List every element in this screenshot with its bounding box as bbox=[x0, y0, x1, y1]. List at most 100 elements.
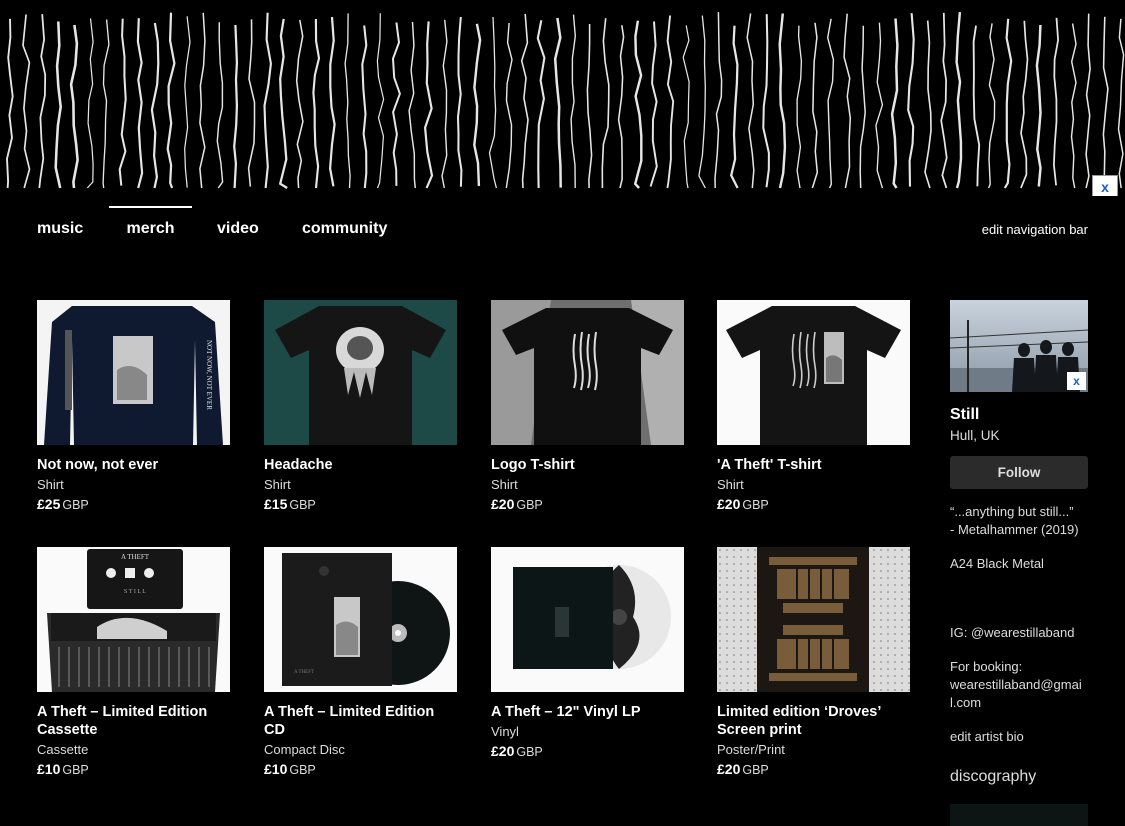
banner-stroke bbox=[473, 23, 482, 187]
banner-stroke bbox=[698, 15, 706, 189]
banner-stroke bbox=[456, 16, 463, 187]
banner-stroke bbox=[1117, 18, 1125, 189]
banner-stroke bbox=[714, 12, 723, 189]
merch-item[interactable]: Logo T-shirt Shirt £20 GBP bbox=[491, 300, 684, 512]
banner-stroke bbox=[746, 13, 755, 189]
banner-stroke bbox=[843, 13, 852, 189]
merch-item[interactable]: A THEFT A Theft – Limited Edition CD Com… bbox=[264, 547, 457, 777]
discography-heading: discography bbox=[950, 768, 1037, 785]
banner-stroke bbox=[730, 25, 739, 189]
banner-stroke bbox=[633, 20, 643, 189]
merch-price: £20 GBP bbox=[491, 743, 543, 759]
merch-price: £10 GBP bbox=[37, 761, 89, 777]
banner-stroke bbox=[184, 16, 191, 188]
banner-stroke bbox=[553, 17, 562, 188]
follow-button[interactable]: Follow bbox=[950, 456, 1088, 489]
merch-title[interactable]: A Theft – Limited Edition CD bbox=[264, 703, 457, 739]
merch-price: £20 GBP bbox=[717, 761, 769, 777]
merch-type: Compact Disc bbox=[264, 742, 345, 757]
banner-stroke bbox=[778, 13, 787, 189]
cassette-print-title: A THEFT bbox=[121, 553, 150, 561]
banner-stroke bbox=[1085, 13, 1091, 189]
cassette-print-band: S T I L L bbox=[124, 589, 146, 595]
bio-booking-email[interactable]: wearestillaband@gmai bbox=[950, 676, 1088, 694]
banner-stroke bbox=[408, 21, 417, 189]
edit-navigation-bar-link[interactable]: edit navigation bar bbox=[982, 222, 1088, 237]
merch-item[interactable]: Headache Shirt £15 GBP bbox=[264, 300, 457, 512]
merch-item[interactable]: A Theft – 12" Vinyl LP Vinyl £20 GBP bbox=[491, 547, 684, 759]
merch-title[interactable]: A Theft – 12" Vinyl LP bbox=[491, 703, 684, 721]
banner-stroke bbox=[520, 13, 529, 189]
banner-stroke bbox=[907, 13, 915, 187]
banner-stroke bbox=[423, 21, 434, 189]
banner-stroke bbox=[166, 12, 176, 189]
merch-price: £25 GBP bbox=[37, 496, 89, 512]
merch-image-a-theft-tshirt[interactable] bbox=[717, 300, 910, 445]
merch-image-headache-shirt[interactable] bbox=[264, 300, 457, 445]
banner-stroke bbox=[150, 22, 160, 189]
banner-stroke bbox=[955, 11, 963, 189]
banner-stroke bbox=[826, 18, 835, 189]
merch-image-cassette[interactable]: A THEFT S T I L L bbox=[37, 547, 230, 692]
bio-booking-email-cont[interactable]: l.com bbox=[950, 694, 1088, 712]
close-banner-button[interactable]: x bbox=[1092, 175, 1118, 196]
banner-stroke bbox=[376, 13, 385, 189]
banner-stroke bbox=[86, 18, 94, 189]
merch-item[interactable]: 'A Theft' T-shirt Shirt £20 GBP bbox=[717, 300, 910, 512]
discography-album-thumb[interactable] bbox=[950, 804, 1088, 826]
nav-tab-community[interactable]: community bbox=[302, 206, 387, 252]
banner-stroke bbox=[54, 21, 62, 189]
banner-stroke bbox=[216, 22, 224, 189]
bio-quote: “...anything but still...” bbox=[950, 504, 1074, 519]
merch-image-logo-tshirt[interactable] bbox=[491, 300, 684, 445]
bio-instagram: IG: @wearestillaband bbox=[950, 625, 1075, 640]
banner-stroke bbox=[328, 16, 336, 187]
banner-stroke bbox=[987, 23, 996, 189]
merch-title[interactable]: A Theft – Limited Edition Cassette bbox=[37, 703, 230, 739]
nav-tab-music[interactable]: music bbox=[37, 206, 83, 252]
merch-type: Poster/Print bbox=[717, 742, 785, 757]
banner-stroke bbox=[118, 18, 127, 186]
merch-image-longsleeve[interactable]: NOT NOW, NOT EVER bbox=[37, 300, 230, 445]
banner-stroke bbox=[601, 18, 610, 189]
bio-booking-label: For booking: bbox=[950, 659, 1023, 674]
banner-stroke bbox=[102, 19, 110, 189]
banner-stroke bbox=[344, 13, 351, 189]
banner-stroke bbox=[441, 19, 448, 189]
band-location: Hull, UK bbox=[950, 428, 1000, 443]
banner-stroke bbox=[682, 25, 690, 189]
merch-item[interactable]: A THEFT S T I L L A Theft – Limited Edit… bbox=[37, 547, 230, 777]
banner-stroke bbox=[199, 12, 206, 189]
banner-stroke bbox=[278, 18, 288, 189]
merch-price: £15 GBP bbox=[264, 496, 316, 512]
cd-print-title: A THEFT bbox=[294, 670, 314, 675]
merch-title[interactable]: Logo T-shirt bbox=[491, 456, 684, 474]
merch-title[interactable]: 'A Theft' T-shirt bbox=[717, 456, 910, 474]
merch-title[interactable]: Headache bbox=[264, 456, 457, 474]
sleeve-print-text: NOT NOW, NOT EVER bbox=[205, 340, 213, 410]
close-photo-button[interactable]: x bbox=[1067, 372, 1086, 390]
nav-tab-merch[interactable]: merch bbox=[109, 206, 192, 252]
banner-artwork bbox=[6, 11, 1125, 189]
merch-image-cd[interactable]: A THEFT bbox=[264, 547, 457, 692]
edit-artist-bio-link[interactable]: edit artist bio bbox=[950, 728, 1088, 746]
merch-image-vinyl[interactable] bbox=[491, 547, 684, 692]
banner-stroke bbox=[875, 22, 884, 189]
banner-stroke bbox=[972, 25, 981, 187]
merch-title[interactable]: Not now, not ever bbox=[37, 456, 230, 474]
banner-stroke bbox=[361, 25, 368, 189]
banner-stroke bbox=[666, 15, 675, 189]
banner-stroke bbox=[1102, 16, 1109, 189]
banner-stroke bbox=[1053, 17, 1059, 186]
merch-image-screen-print[interactable] bbox=[717, 547, 910, 692]
merch-type: Cassette bbox=[37, 742, 89, 757]
merch-title[interactable]: Limited edition ‘Droves’ Screen print bbox=[717, 703, 910, 739]
band-photo: x bbox=[950, 300, 1088, 392]
merch-type: Shirt bbox=[264, 477, 291, 492]
banner-stroke bbox=[6, 18, 14, 189]
band-name[interactable]: Still bbox=[950, 406, 1088, 424]
merch-item[interactable]: Limited edition ‘Droves’ Screen print Po… bbox=[717, 547, 910, 777]
merch-type: Shirt bbox=[717, 477, 744, 492]
merch-item[interactable]: NOT NOW, NOT EVER Not now, not ever Shir… bbox=[37, 300, 230, 512]
nav-tab-video[interactable]: video bbox=[217, 206, 259, 252]
